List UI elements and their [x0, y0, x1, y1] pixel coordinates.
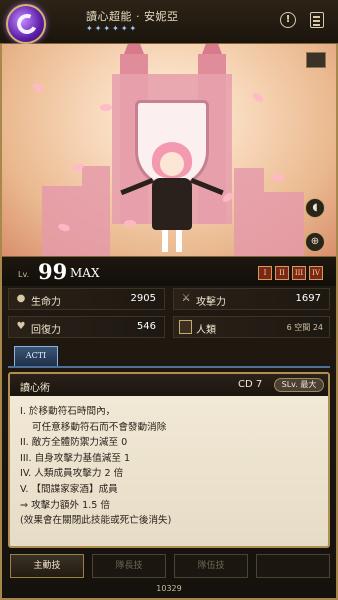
race-label: 人類: [196, 325, 216, 336]
stat-hp-label: 生命力: [31, 297, 61, 308]
skill-name: 讀心術: [20, 383, 50, 394]
skill-line: V. 【間諜家家酒】成員: [20, 483, 118, 495]
gallery-icon[interactable]: [306, 52, 326, 68]
stats-panel: ● 生命力 2905 ⚔ 攻擊力 1697 ♥ 回復力 546 人類 6 空間 …: [8, 288, 330, 342]
stat-recovery: ♥ 回復力 546: [8, 316, 165, 338]
skill-panel: 讀心術 CD 7 SLv. 最大 I. 於移動符石時間內， 可任意移動符石而不會…: [8, 372, 330, 548]
card-id-number: 10329: [156, 584, 182, 593]
sword-icon: ⚔: [181, 293, 191, 304]
refine-tier-4[interactable]: IV: [309, 266, 323, 280]
menu-icon[interactable]: [310, 12, 324, 28]
tab-extra[interactable]: [256, 554, 330, 578]
character-face: [160, 152, 184, 176]
skill-description: I. 於移動符石時間內， 可任意移動符石而不會發動消除 II. 敵方全體防禦力減…: [20, 404, 320, 529]
space-cost: 6 空間 24: [286, 323, 323, 332]
level-value: 99: [38, 259, 68, 284]
character-title: 讀心超能 · 安妮亞: [86, 10, 179, 23]
info-button[interactable]: !: [280, 12, 296, 28]
stat-recovery-value: 546: [136, 321, 156, 332]
level-prefix: Lv.: [18, 270, 30, 279]
droplet-icon: ●: [16, 293, 26, 304]
heart-icon: ♥: [16, 321, 26, 332]
skill-tabs: 主動技 隊長技 隊伍技: [8, 554, 330, 580]
stat-recovery-label: 回復力: [31, 325, 61, 336]
skill-line: III. 自身攻擊力基值減至 1: [20, 452, 131, 464]
level-max-label: MAX: [70, 266, 100, 280]
skill-line: (效果會在關閉此技能或死亡後消失): [20, 515, 172, 527]
voice-speaker-icon[interactable]: ◖: [305, 198, 325, 218]
skill-line: 可任意移動符石而不會發動消除: [32, 421, 167, 433]
tab-divider: [8, 366, 330, 368]
tab-team-skill[interactable]: 隊伍技: [174, 554, 248, 578]
stat-hp: ● 生命力 2905: [8, 288, 165, 310]
skill-line: I. 於移動符石時間內，: [20, 406, 116, 417]
tab-active-skill[interactable]: 主動技: [10, 554, 84, 578]
skill-line: IV. 人類成員攻擊力 2 倍: [20, 468, 124, 480]
skill-line: ⇒ 攻擊力額外 1.5 倍: [20, 499, 111, 511]
refine-tier-3[interactable]: III: [292, 266, 306, 280]
rarity-stars: ✦✦✦✦✦✦: [86, 24, 139, 33]
zoom-magnifier-icon[interactable]: ⊕: [305, 232, 325, 252]
refine-tier-2[interactable]: II: [275, 266, 289, 280]
tab-active-skill-type[interactable]: ACTI: [14, 346, 58, 366]
skill-header: 讀心術 CD 7 SLv. 最大: [10, 374, 328, 396]
header-bar: 讀心超能 · 安妮亞 ✦✦✦✦✦✦ !: [0, 0, 338, 44]
character-art: ◖ ⊕: [2, 44, 336, 256]
stat-attack-label: 攻擊力: [196, 297, 226, 308]
refine-tier-1[interactable]: I: [258, 266, 272, 280]
stat-hp-value: 2905: [130, 293, 156, 304]
stat-race: 人類 6 空間 24: [173, 316, 330, 338]
skill-line: II. 敵方全體防禦力減至 0: [20, 437, 128, 449]
skill-cooldown: CD 7: [238, 379, 263, 390]
level-row: Lv. 99 MAX I II III IV: [2, 256, 336, 286]
race-human-icon: [179, 320, 192, 334]
tab-leader-skill[interactable]: 隊長技: [92, 554, 166, 578]
stat-attack-value: 1697: [295, 293, 321, 304]
skill-level-badge: SLv. 最大: [274, 378, 324, 392]
character-body: [152, 178, 192, 230]
stat-attack: ⚔ 攻擊力 1697: [173, 288, 330, 310]
attribute-emblem-icon: [6, 4, 46, 44]
